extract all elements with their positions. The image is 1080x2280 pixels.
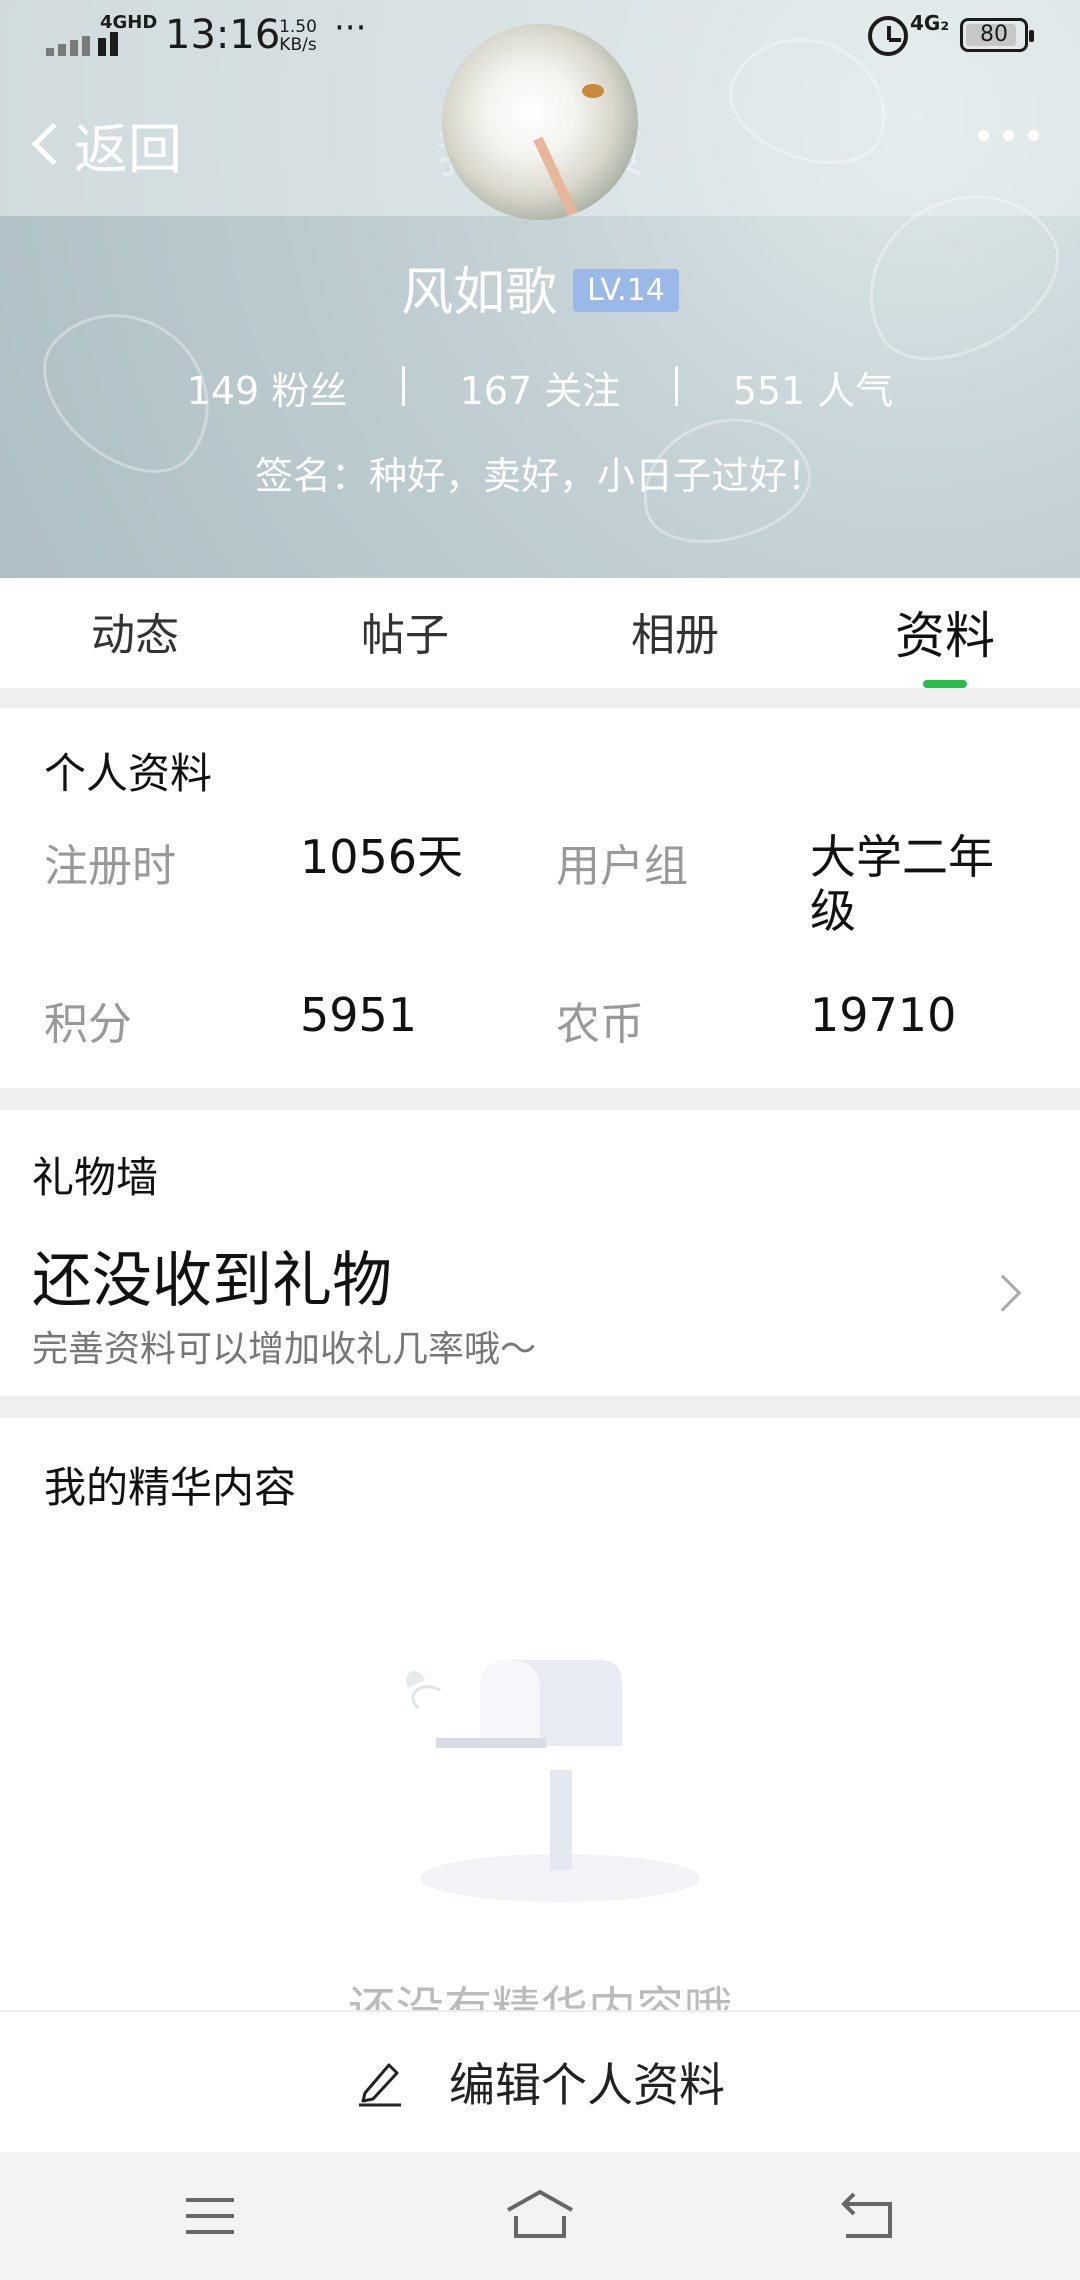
back-button[interactable]: 返回 [26,108,182,181]
section-divider [0,1396,1080,1418]
edit-profile-label: 编辑个人资料 [449,2058,725,2112]
registered-value: 1056天 [300,830,464,884]
user-group-value: 大学二年级 [810,830,994,938]
gift-empty-text: 还没收到礼物 [32,1246,392,1316]
more-options-icon[interactable] [978,130,1039,141]
more-notifications-icon: ··· [334,8,367,48]
featured-title: 我的精华内容 [44,1463,297,1512]
section-divider [0,688,1080,708]
personal-info-title: 个人资料 [44,749,213,798]
profile-banner: 4GHD 13:16 1.50 KB/s ··· 4G₂ 80 返回 我的主页 … [0,0,1080,578]
username: 风如歌 [401,263,558,323]
coins-label: 农币 [556,999,644,1050]
net-speed-value: 1.50 [279,17,317,37]
network-type: 4GHD [100,12,158,33]
net-speed: 1.50 KB/s [272,18,324,54]
edit-profile-button[interactable]: 编辑个人资料 [0,2010,1080,2152]
following-count[interactable]: 167 关注 [405,360,675,415]
alarm-icon [868,16,908,56]
gift-wall-title: 礼物墙 [32,1153,159,1202]
menu-icon[interactable] [170,2186,250,2246]
avatar[interactable] [442,24,638,220]
bee-illustration [582,84,604,98]
points-value: 5951 [300,988,418,1042]
battery-icon: 80 [960,18,1034,52]
empty-mailbox-illustration [406,1660,700,1902]
level-badge: LV.14 [573,268,679,312]
profile-name-row: 风如歌 LV.14 [0,250,1080,325]
user-group-label: 用户组 [556,841,688,892]
profile-tabs: 动态 帖子 相册 资料 [0,578,1080,688]
coins-value: 19710 [810,988,957,1042]
tab-album[interactable]: 相册 [540,578,810,688]
system-nav-bar [0,2152,1080,2280]
back-label: 返回 [74,117,182,181]
network-type-right: 4G₂ [910,11,950,35]
pencil-icon [359,2063,401,2107]
tab-posts[interactable]: 帖子 [270,578,540,688]
points-label: 积分 [44,999,132,1050]
profile-stats: 149 粉丝 167 关注 551 人气 [0,360,1080,415]
clock: 13:16 [165,12,281,58]
home-icon[interactable] [500,2186,580,2246]
chevron-left-icon [31,122,75,166]
section-divider [0,1088,1080,1110]
battery-level: 80 [980,22,1008,47]
featured-empty-text: 还没有精华内容哦 [347,1982,732,2010]
gift-hint: 完善资料可以增加收礼几率哦～ [32,1329,537,1370]
registered-label: 注册时 [44,841,176,892]
net-speed-unit: KB/s [279,35,317,55]
popularity-count: 551 人气 [732,369,894,413]
back-nav-icon[interactable] [830,2186,910,2246]
signature: 签名：种好，卖好，小日子过好！ [254,454,825,498]
fans-count[interactable]: 149 粉丝 [132,360,402,415]
tab-activity[interactable]: 动态 [0,578,270,688]
tab-profile-info[interactable]: 资料 [810,578,1080,688]
